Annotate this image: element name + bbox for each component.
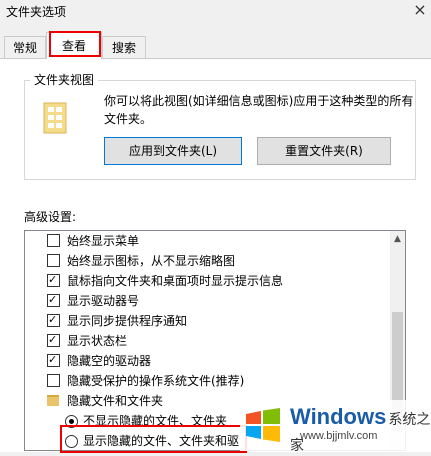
list-item-label: 始终显示图标，从不显示缩略图 (67, 254, 236, 268)
folder-views-description: 你可以将此视图(如详细信息或图标)应用于这种类型的所有文件夹。 (104, 94, 414, 126)
scroll-up-arrow-icon[interactable]: ▲ (390, 232, 405, 247)
checkbox[interactable] (47, 254, 60, 267)
checkbox[interactable] (47, 234, 60, 247)
tab-general[interactable]: 常规 (4, 36, 46, 58)
checkbox-checked[interactable] (47, 310, 60, 330)
list-item-label: 始终显示菜单 (67, 234, 140, 248)
watermark-url: www.bjjmlv.com (300, 430, 378, 442)
reset-folders-button[interactable]: 重置文件夹(R) (257, 137, 391, 165)
checkbox-checked[interactable] (47, 350, 60, 370)
checkbox-checked[interactable] (47, 330, 60, 350)
list-item-label: 隐藏空的驱动器 (67, 354, 152, 368)
folder-icon (47, 395, 59, 406)
list-item-label: 隐藏文件和文件夹 (67, 394, 164, 408)
folder-views-label: 文件夹视图 (30, 71, 99, 88)
highlight-box-show-hidden (60, 425, 247, 453)
list-item-label: 隐藏受保护的操作系统文件(推荐) (67, 374, 245, 388)
close-icon[interactable]: × (410, 0, 430, 19)
apply-to-folders-button[interactable]: 应用到文件夹(L) (104, 137, 242, 165)
advanced-settings-label: 高级设置: (24, 210, 77, 224)
list-item-label: 显示驱动器号 (67, 294, 140, 308)
window-title: 文件夹选项 (6, 5, 67, 19)
windows-logo-icon (246, 408, 280, 442)
checkbox[interactable] (47, 374, 60, 387)
folder-icon (43, 102, 67, 134)
highlight-box-view-tab (49, 31, 101, 57)
checkbox-checked[interactable] (47, 270, 60, 290)
list-item-label: 显示状态栏 (67, 334, 128, 348)
tab-search[interactable]: 搜索 (102, 36, 146, 58)
checkbox-checked[interactable] (47, 290, 60, 310)
list-item-label: 显示同步提供程序通知 (67, 314, 188, 328)
list-item-label: 鼠标指向文件夹和桌面项时显示提示信息 (67, 274, 284, 288)
watermark-brand-text: Windows (290, 404, 387, 429)
